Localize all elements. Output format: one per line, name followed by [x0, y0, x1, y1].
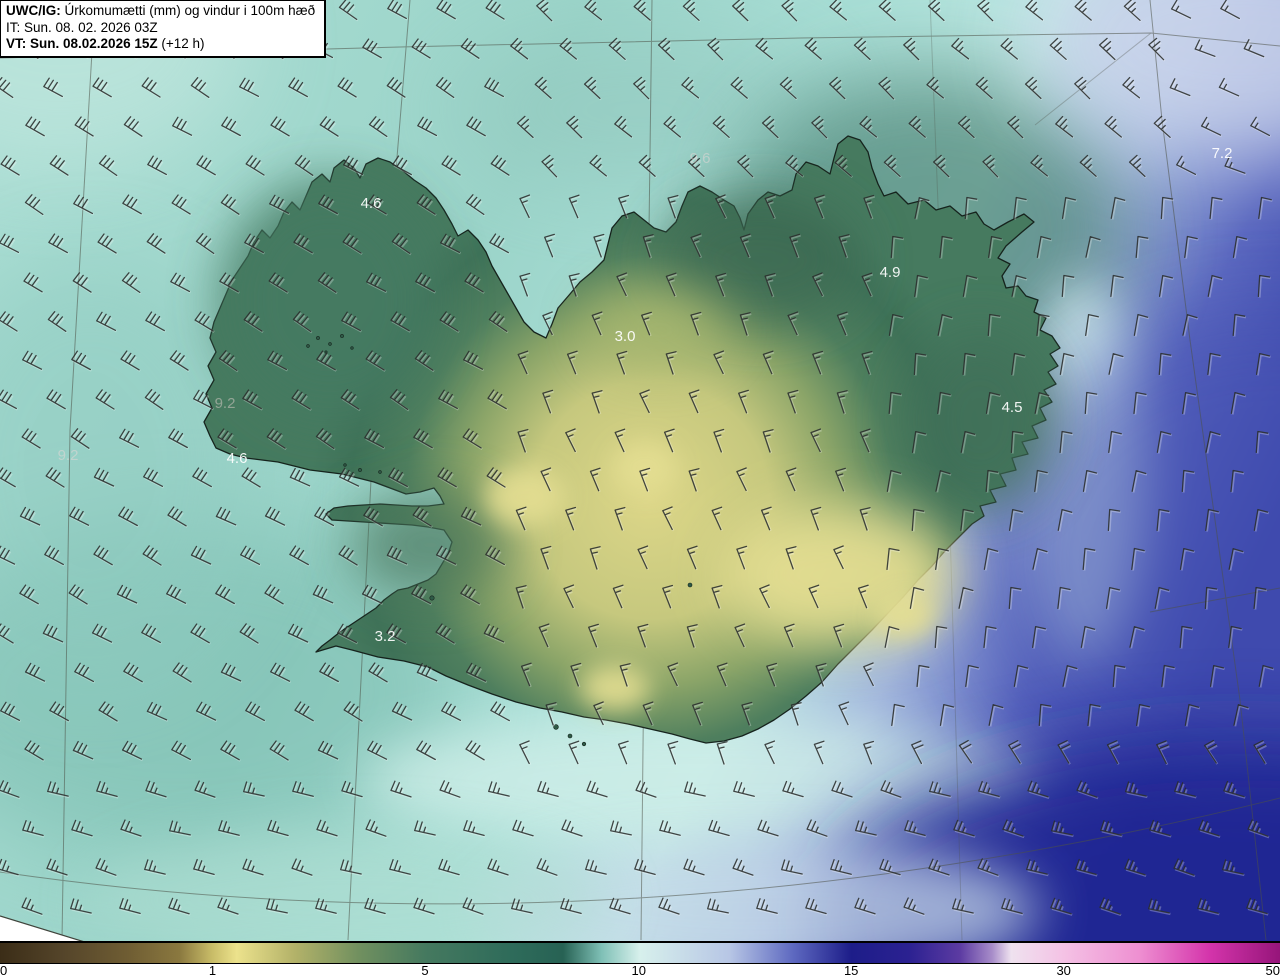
colorbar-tick-label: 5	[421, 963, 429, 978]
colorbar-ticks: 0 1 5 10 15 30 50	[0, 963, 1280, 978]
valid-suffix: (+12 h)	[161, 36, 205, 51]
contour-label: 9.2	[58, 447, 79, 464]
contour-label: 9.2	[215, 395, 236, 412]
colorbar-tick-label: 1	[208, 963, 217, 978]
model-label: UWC/IG:	[6, 3, 61, 18]
contour-label: 4.6	[227, 450, 248, 467]
colorbar-tick-label: 50	[1265, 963, 1280, 978]
contour-label: 3.2	[375, 628, 396, 645]
contour-label: 3.0	[615, 328, 636, 345]
valid-time-line: VT: Sun. 08.02.2026 15Z (+12 h)	[6, 36, 315, 53]
colorbar-gradient	[0, 941, 1280, 964]
init-value: Sun. 08. 02. 2026 03Z	[24, 19, 158, 35]
valid-label: VT:	[6, 36, 27, 51]
valid-value: Sun. 08.02.2026 15Z	[30, 36, 158, 51]
colorbar-tick-label: 30	[1056, 963, 1071, 978]
colorbar-tick-label: 15	[843, 963, 859, 978]
map-title: Úrkomumætti (mm) og vindur i 100m hæð	[64, 3, 316, 18]
init-time-line: IT: Sun. 08. 02. 2026 03Z	[6, 20, 315, 37]
contour-label: 4.9	[880, 264, 901, 281]
title-line: UWC/IG: Úrkomumætti (mm) og vindur i 100…	[6, 3, 315, 20]
contour-label: 9.6	[690, 150, 711, 167]
contour-label: 7.2	[1212, 145, 1233, 162]
forecast-map: 4.6 9.6 7.2 4.9 3.0 9.2 9.2 4.6 4.5 3.2	[0, 0, 1280, 941]
init-label: IT:	[6, 19, 21, 35]
colorbar-tick-label: 0	[0, 963, 8, 978]
contour-label: 4.5	[1002, 399, 1023, 416]
title-box: UWC/IG: Úrkomumætti (mm) og vindur i 100…	[0, 0, 327, 58]
weather-map-product: 4.6 9.6 7.2 4.9 3.0 9.2 9.2 4.6 4.5 3.2 UWC/IG: Ú…	[0, 0, 1280, 978]
contour-label: 4.6	[361, 195, 382, 212]
colorbar-tick-label: 10	[631, 963, 646, 978]
colorbar: 0 1 5 10 15 30 50	[0, 941, 1280, 978]
